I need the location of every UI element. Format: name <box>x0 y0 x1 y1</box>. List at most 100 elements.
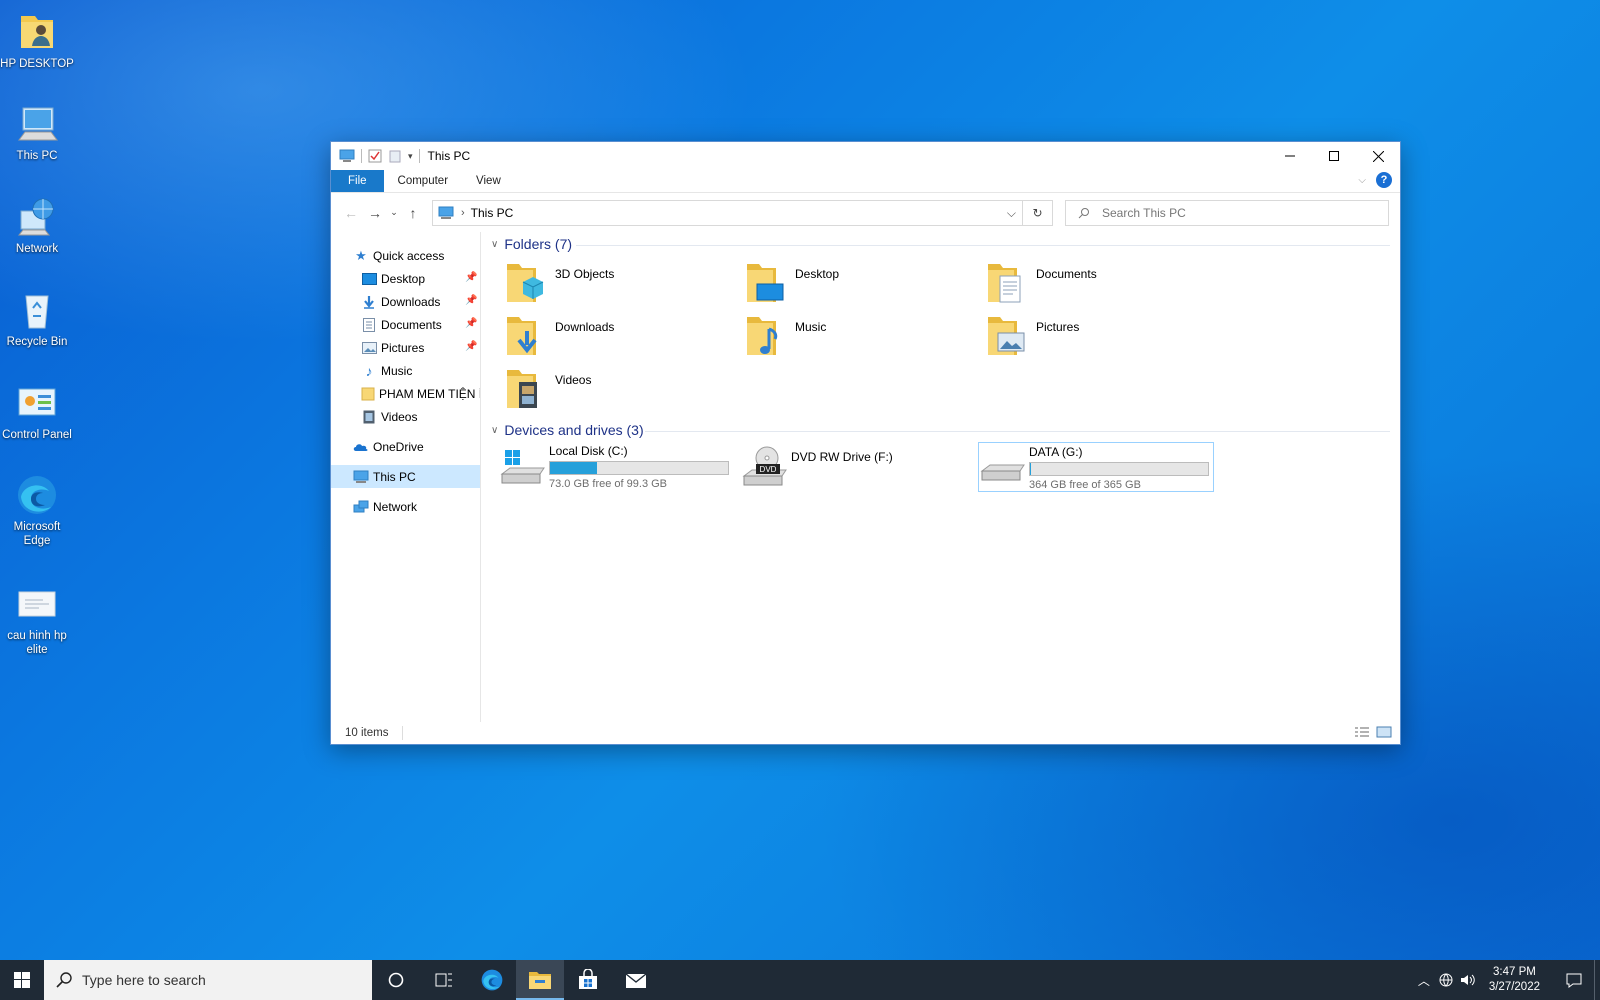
desktop-icon-recycle-bin[interactable]: Recycle Bin <box>0 288 74 349</box>
nav-quick-access[interactable]: ★ Quick access <box>331 244 480 267</box>
desktop-icon-hp-desktop[interactable]: HP DESKTOP <box>0 10 74 71</box>
nav-item-documents[interactable]: Documents 📌 <box>331 313 480 336</box>
nav-item-pictures[interactable]: Pictures 📌 <box>331 336 480 359</box>
show-desktop-button[interactable] <box>1594 960 1600 1000</box>
this-pc-small-icon <box>438 206 454 219</box>
tab-view[interactable]: View <box>462 170 515 192</box>
nav-this-pc[interactable]: This PC <box>331 465 480 488</box>
network-icon <box>353 499 369 515</box>
taskbar-edge[interactable] <box>468 960 516 1000</box>
folder-pictures[interactable]: Pictures <box>986 313 1218 363</box>
taskbar: Type here to search ︿ 3:47 PM 3/27/2022 <box>0 960 1600 1000</box>
tab-file[interactable]: File <box>331 170 384 192</box>
cortana-circle-icon <box>388 972 404 988</box>
volume-icon[interactable] <box>1457 973 1479 987</box>
title-bar[interactable]: ▾ This PC <box>331 142 1400 170</box>
videos-folder-icon <box>507 370 537 408</box>
taskbar-store[interactable] <box>564 960 612 1000</box>
taskbar-search-placeholder: Type here to search <box>82 972 206 988</box>
nav-item-music[interactable]: ♪ Music <box>331 359 480 382</box>
edge-icon <box>18 476 56 514</box>
taskbar-mail[interactable] <box>612 960 660 1000</box>
desktop-icon-this-pc[interactable]: This PC <box>0 102 74 163</box>
pin-icon: 📌 <box>465 318 478 329</box>
large-icons-view-icon[interactable] <box>1376 726 1392 738</box>
clock[interactable]: 3:47 PM 3/27/2022 <box>1489 965 1540 995</box>
properties-icon[interactable] <box>368 149 382 163</box>
breadcrumb-this-pc[interactable]: This PC <box>471 206 514 220</box>
nav-network[interactable]: Network <box>331 495 480 518</box>
show-hidden-icons-chevron-icon[interactable]: ︿ <box>1413 972 1435 989</box>
new-folder-icon[interactable] <box>388 149 402 163</box>
desktop-icon-control-panel[interactable]: Control Panel <box>0 381 74 442</box>
desktop-icon-cau-hinh[interactable]: cau hinh hp elite <box>0 582 74 657</box>
address-dropdown-icon[interactable]: ⌵ <box>1007 206 1016 221</box>
action-center-button[interactable] <box>1554 972 1594 988</box>
customize-qat-icon[interactable]: ▾ <box>408 151 413 162</box>
taskbar-search-box[interactable]: Type here to search <box>44 960 372 1000</box>
folder-name: Music <box>795 320 827 334</box>
group-title: Folders (7) <box>504 236 573 252</box>
control-panel-icon <box>18 388 56 416</box>
recent-locations-button[interactable]: ⌄ <box>387 201 401 225</box>
desktop-icon-network[interactable]: Network <box>0 195 74 256</box>
close-button[interactable] <box>1356 142 1400 170</box>
item-count: 10 items <box>345 727 389 739</box>
up-button[interactable]: ↑ <box>401 201 425 225</box>
downloads-folder-icon <box>507 317 537 355</box>
folder-desktop[interactable]: Desktop <box>745 260 977 310</box>
globe-icon <box>1439 973 1453 987</box>
address-bar[interactable]: › This PC ⌵ <box>432 200 1023 226</box>
nav-item-pham-mem[interactable]: PHAM MEM TIỆN ÍCH <box>331 382 480 405</box>
help-icon[interactable]: ? <box>1376 172 1392 188</box>
forward-button[interactable]: → <box>363 201 387 225</box>
folder-3d-objects[interactable]: 3D Objects <box>505 260 737 310</box>
desktop-icon-label: Microsoft Edge <box>13 521 61 547</box>
network-globe-icon[interactable] <box>1435 973 1457 987</box>
drive-usage-fill <box>1030 463 1031 475</box>
quick-access-toolbar: ▾ <box>331 149 420 163</box>
close-icon <box>1372 150 1384 162</box>
expand-ribbon-icon[interactable]: ⌵ <box>1358 175 1366 186</box>
tab-computer[interactable]: Computer <box>384 170 463 192</box>
folder-videos[interactable]: Videos <box>505 366 737 416</box>
hard-drive-icon <box>980 464 1025 481</box>
svg-text:DVD: DVD <box>760 465 777 474</box>
drives-group-header[interactable]: ∨ Devices and drives (3) <box>491 422 644 438</box>
cortana-button[interactable] <box>372 960 420 1000</box>
desktop-folder-icon <box>747 264 784 302</box>
folder-downloads[interactable]: Downloads <box>505 313 737 363</box>
nav-item-desktop[interactable]: Desktop 📌 <box>331 267 480 290</box>
collapse-chevron-icon: ∨ <box>491 238 499 250</box>
details-view-icon[interactable] <box>1354 726 1370 738</box>
folder-music[interactable]: Music <box>745 313 977 363</box>
search-icon <box>56 972 72 988</box>
group-divider <box>576 245 1390 246</box>
task-view-button[interactable] <box>420 960 468 1000</box>
maximize-button[interactable] <box>1312 142 1356 170</box>
start-button[interactable] <box>0 960 44 1000</box>
nav-item-downloads[interactable]: Downloads 📌 <box>331 290 480 313</box>
nav-label: Network <box>373 499 418 514</box>
nav-label: PHAM MEM TIỆN ÍCH <box>379 386 480 401</box>
breadcrumb-chevron-icon[interactable]: › <box>461 207 465 219</box>
folder-documents[interactable]: Documents <box>986 260 1218 310</box>
clock-date: 3/27/2022 <box>1488 981 1540 993</box>
nav-onedrive[interactable]: OneDrive <box>331 435 480 458</box>
desktop-icon-microsoft-edge[interactable]: Microsoft Edge <box>0 473 74 548</box>
drive-f[interactable]: DVD DVD RW Drive (F:) <box>741 442 977 492</box>
nav-label: Videos <box>381 409 418 424</box>
clock-time: 3:47 PM <box>1493 966 1536 978</box>
refresh-button[interactable]: ↻ <box>1023 200 1053 226</box>
drive-c[interactable]: Local Disk (C:) 73.0 GB free of 99.3 GB <box>499 442 735 492</box>
folders-group-header[interactable]: ∨ Folders (7) <box>491 236 572 252</box>
search-input[interactable]: Search This PC <box>1065 200 1389 226</box>
nav-item-videos[interactable]: Videos <box>331 405 480 428</box>
drive-name: DATA (G:) <box>1029 445 1083 459</box>
taskbar-file-explorer[interactable] <box>516 960 564 1000</box>
back-button[interactable]: ← <box>339 201 363 225</box>
desktop-icon-label: Recycle Bin <box>6 336 68 348</box>
folder-name: Pictures <box>1036 320 1080 334</box>
minimize-button[interactable] <box>1268 142 1312 170</box>
drive-g[interactable]: DATA (G:) 364 GB free of 365 GB <box>978 442 1214 492</box>
